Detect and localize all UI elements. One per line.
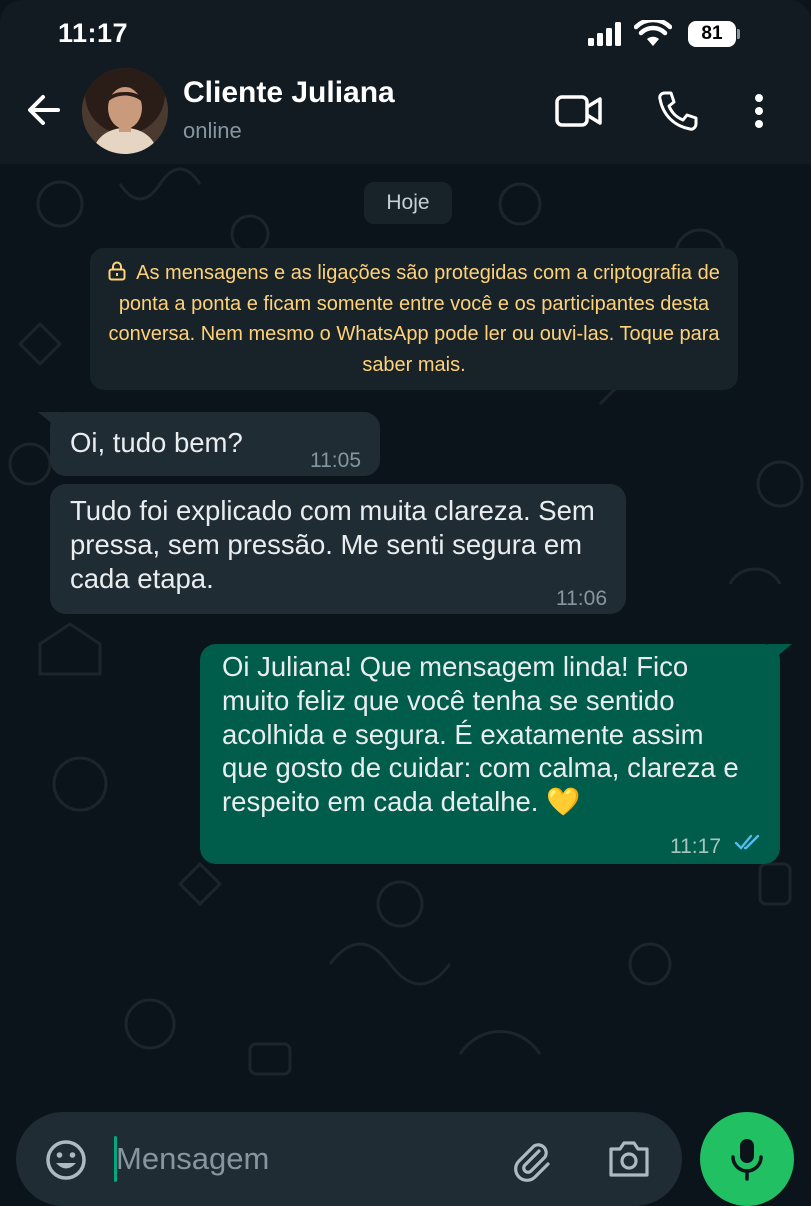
status-bar: 11:17 81 — [0, 0, 811, 64]
battery-icon: 81 — [688, 21, 740, 47]
wifi-icon — [634, 20, 672, 46]
date-chip: Hoje — [364, 182, 452, 224]
status-time: 11:17 — [58, 18, 129, 48]
message-input[interactable] — [116, 1136, 476, 1182]
encryption-notice-text: As mensagens e as ligações são protegida… — [108, 262, 720, 376]
emoji-icon[interactable] — [44, 1138, 88, 1182]
mic-icon — [731, 1139, 763, 1181]
video-call-icon — [555, 95, 602, 127]
message-time: 11:17 — [670, 835, 721, 858]
contact-avatar[interactable] — [82, 68, 168, 154]
message-text: Tudo foi explicado com muita clareza. Se… — [70, 495, 595, 594]
chat-header: Cliente Juliana online — [0, 64, 811, 164]
more-options-button[interactable] — [734, 86, 784, 136]
message-composer — [16, 1112, 682, 1206]
encryption-notice[interactable]: As mensagens e as ligações são protegida… — [90, 248, 738, 390]
video-call-button[interactable] — [554, 86, 604, 136]
read-receipt-icon — [734, 834, 760, 850]
message-text: Oi Juliana! Que mensagem linda! Fico mui… — [222, 651, 739, 818]
voice-call-button[interactable] — [652, 86, 702, 136]
outgoing-message-bubble[interactable]: Oi Juliana! Que mensagem linda! Fico mui… — [200, 644, 792, 864]
message-text: Oi, tudo bem? — [70, 427, 243, 458]
attach-icon[interactable] — [508, 1136, 554, 1182]
message-time: 11:06 — [556, 587, 607, 610]
incoming-message-bubble[interactable]: Oi, tudo bem? 11:05 — [38, 412, 380, 476]
whatsapp-chat-screen: 11:17 81 Cliente Juliana online Hoje As … — [0, 0, 811, 1206]
phone-icon — [658, 91, 698, 131]
back-arrow-icon[interactable] — [22, 88, 66, 132]
signal-icon — [588, 22, 621, 46]
contact-status: online — [183, 118, 242, 143]
chat-area[interactable]: Hoje As mensagens e as ligações são prot… — [0, 164, 811, 1104]
voice-message-button[interactable] — [700, 1112, 794, 1206]
lock-icon — [108, 261, 126, 281]
contact-name[interactable]: Cliente Juliana — [183, 76, 395, 110]
incoming-message-bubble[interactable]: Tudo foi explicado com muita clareza. Se… — [50, 484, 626, 614]
camera-icon[interactable] — [606, 1136, 652, 1182]
battery-level: 81 — [688, 21, 736, 47]
more-vert-icon — [755, 94, 763, 128]
message-time: 11:05 — [310, 449, 361, 472]
